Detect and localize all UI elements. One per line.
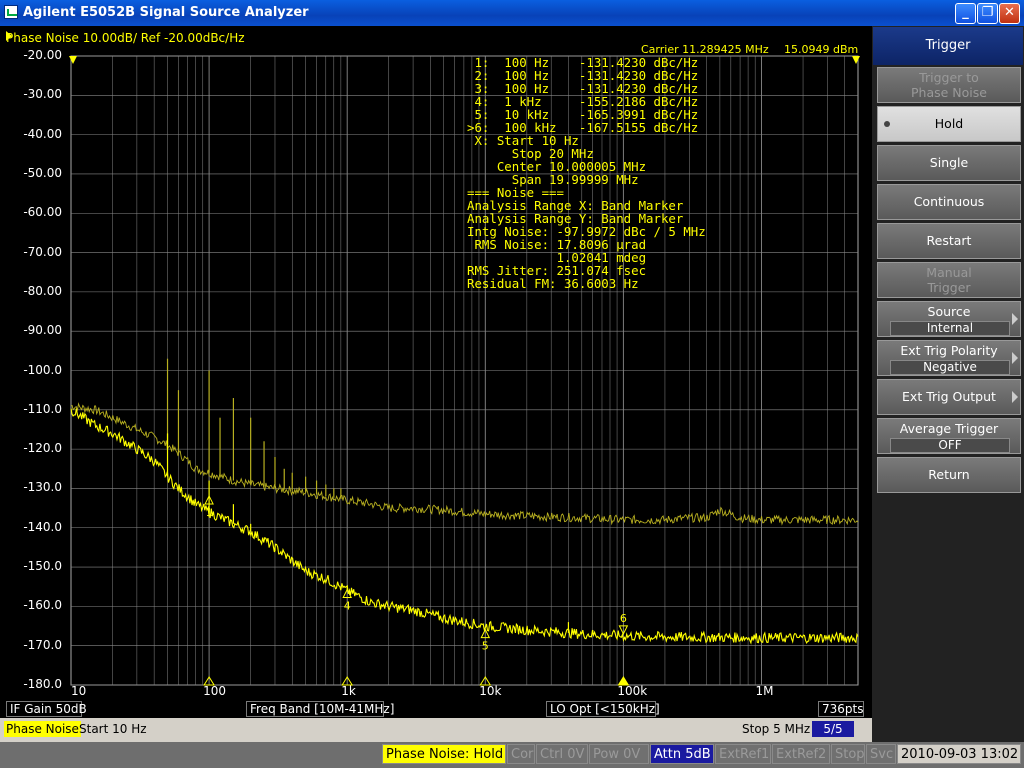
y-tick-label: -130.0 — [23, 480, 62, 495]
phase-noise-hold-status: Phase Noise: Hold — [382, 744, 506, 764]
x-tick-label: 10 — [71, 684, 87, 698]
average-trigger-button[interactable]: Average Trigger OFF — [877, 418, 1021, 454]
hold-label: Hold — [934, 116, 964, 131]
freq-band-status[interactable]: Freq Band [10M-41MHz] — [246, 701, 394, 717]
submenu-arrow-icon — [1012, 313, 1018, 325]
y-tick-label: -80.00 — [23, 283, 62, 298]
close-button[interactable]: ✕ — [999, 3, 1020, 24]
marker-readout: 1: 100 Hz -131.4230 dBc/Hz 2: 100 Hz -13… — [467, 56, 706, 290]
attn-status: Attn 5dB — [650, 744, 714, 764]
channel-status-row — [4, 700, 868, 718]
manual-trigger-line1: Manual — [926, 265, 972, 280]
softkey-menu-title: Trigger — [873, 27, 1023, 65]
pow-status: Pow 0V — [589, 744, 649, 764]
x-tick-label: 100 — [203, 684, 226, 698]
y-tick-label: -170.0 — [23, 637, 62, 652]
y-tick-label: -40.00 — [23, 126, 62, 141]
y-tick-label: -50.00 — [23, 165, 62, 180]
ext-trig-output-button[interactable]: Ext Trig Output — [877, 379, 1021, 415]
stop-frequency[interactable]: Stop 5 MHz — [742, 722, 810, 736]
return-label: Return — [928, 467, 970, 482]
lo-opt-status[interactable]: LO Opt [<150kHz] — [546, 701, 660, 717]
stop-status: Stop — [831, 744, 865, 764]
source-label: Source — [927, 304, 971, 319]
source-button[interactable]: Source Internal — [877, 301, 1021, 337]
carrier-power: 15.0949 dBm — [784, 43, 859, 56]
points-status[interactable]: 736pts — [818, 701, 864, 717]
ref-level-right-icon — [852, 56, 860, 64]
window-title: Agilent E5052B Signal Source Analyzer — [23, 5, 309, 20]
ref-level-left-icon — [69, 56, 77, 64]
y-tick-label: -90.00 — [23, 323, 62, 338]
selected-indicator-icon — [884, 121, 890, 127]
x-tick-label: 1k — [341, 684, 356, 698]
ext-trig-output-label: Ext Trig Output — [902, 389, 996, 404]
x-tick-label: 10k — [479, 684, 502, 698]
return-button[interactable]: Return — [877, 457, 1021, 493]
marker-1-label: 1 — [206, 506, 213, 519]
y-tick-label: -60.00 — [23, 205, 62, 220]
trigger-to-phase-noise-line1: Trigger to — [919, 70, 979, 85]
trace-count: 5/5 — [812, 721, 854, 737]
extref2-status: ExtRef2 — [772, 744, 830, 764]
single-label: Single — [929, 155, 969, 170]
y-tick-label: -160.0 — [23, 598, 62, 613]
single-button[interactable]: Single — [877, 145, 1021, 181]
minimize-button[interactable]: _ — [955, 3, 976, 24]
trigger-to-phase-noise-button[interactable]: Trigger to Phase Noise — [877, 67, 1021, 103]
ext-trig-polarity-value: Negative — [890, 360, 1010, 375]
phase-noise-plot[interactable]: 1 4 5 6 — [0, 26, 872, 706]
if-gain-status[interactable]: IF Gain 50dB — [6, 701, 87, 717]
y-tick-label: -120.0 — [23, 441, 62, 456]
y-tick-label: -150.0 — [23, 559, 62, 574]
y-tick-label: -110.0 — [23, 401, 62, 416]
extref1-status: ExtRef1 — [715, 744, 771, 764]
restart-button[interactable]: Restart — [877, 223, 1021, 259]
average-trigger-label: Average Trigger — [899, 421, 999, 436]
restart-label: Restart — [926, 233, 972, 248]
ctrl-status: Ctrl 0V — [536, 744, 588, 764]
marker-4-label: 4 — [344, 600, 351, 613]
trigger-to-phase-noise-line2: Phase Noise — [911, 85, 987, 100]
hold-button[interactable]: Hold — [877, 106, 1021, 142]
manual-trigger-line2: Trigger — [927, 280, 971, 295]
continuous-button[interactable]: Continuous — [877, 184, 1021, 220]
trace-header: Phase Noise 10.00dB/ Ref -20.00dBc/Hz — [6, 31, 245, 45]
x-tick-label: 100k — [617, 684, 648, 698]
y-tick-label: -140.0 — [23, 519, 62, 534]
cor-status: Cor — [507, 744, 535, 764]
average-trigger-value: OFF — [890, 438, 1010, 453]
x-tick-label: 1M — [755, 684, 774, 698]
continuous-label: Continuous — [913, 194, 985, 209]
source-value: Internal — [890, 321, 1010, 336]
marker-5-label: 5 — [482, 640, 489, 653]
ext-trig-polarity-label: Ext Trig Polarity — [900, 343, 998, 358]
start-frequency[interactable]: Start 10 Hz — [79, 722, 147, 736]
ext-trig-polarity-button[interactable]: Ext Trig Polarity Negative — [877, 340, 1021, 376]
marker-readout-line: Residual FM: 36.6003 Hz — [467, 276, 639, 291]
manual-trigger-button[interactable]: Manual Trigger — [877, 262, 1021, 298]
svc-status: Svc — [866, 744, 896, 764]
date-time: 2010-09-03 13:02 — [897, 744, 1021, 764]
y-tick-label: -20.00 — [23, 48, 62, 62]
meas-type-label[interactable]: Phase Noise — [4, 721, 81, 737]
marker-6-label: 6 — [620, 612, 627, 625]
submenu-arrow-icon — [1012, 391, 1018, 403]
y-tick-label: -180.0 — [23, 677, 62, 691]
y-tick-label: -100.0 — [23, 362, 62, 377]
app-icon — [4, 5, 18, 19]
y-tick-label: -30.00 — [23, 87, 62, 102]
y-tick-label: -70.00 — [23, 244, 62, 259]
restore-button[interactable]: ❐ — [977, 3, 998, 24]
submenu-arrow-icon — [1012, 352, 1018, 364]
